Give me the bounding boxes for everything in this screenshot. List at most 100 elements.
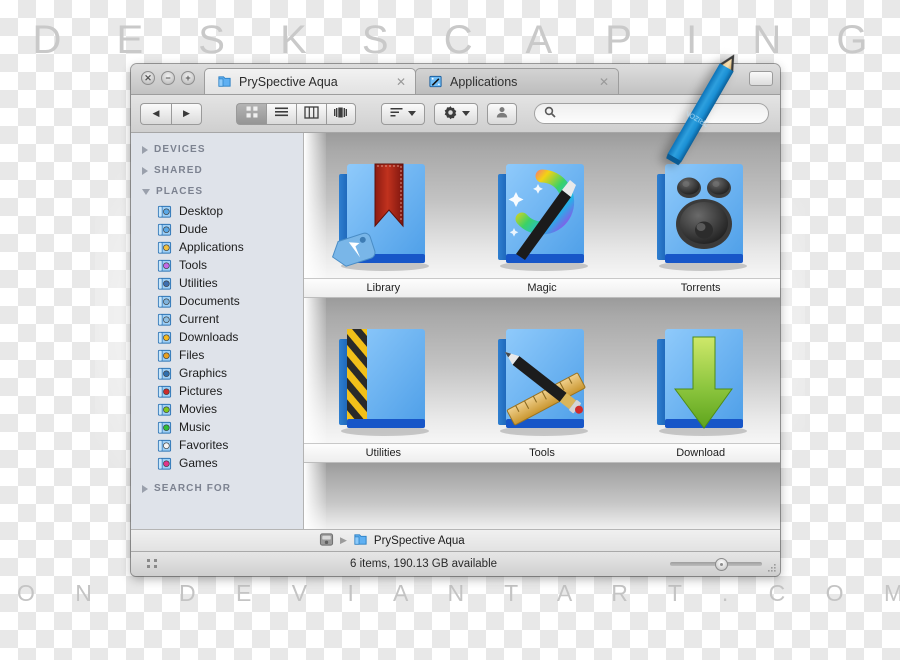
share-button[interactable] [487,102,517,125]
sidebar-item-label: Dude [179,222,208,236]
chevron-right-icon: ▶ [183,108,190,118]
folder-torrents-speaker-icon [656,164,747,271]
back-button[interactable]: ◀ [140,102,171,125]
sidebar-item-label: Files [179,348,205,362]
file-label: Library [366,282,401,294]
sidebar-section-label: PLACES [156,186,204,197]
folder-magic-wand-icon [498,164,588,271]
search-input[interactable] [561,106,759,121]
sidebar-section-label: SHARED [154,165,203,176]
sidebar-section-devices[interactable]: DEVICES [131,139,303,160]
sidebar-item-label: Desktop [179,204,224,218]
shelf-items [304,133,780,280]
sidebar-item-movies[interactable]: Movies [131,400,303,418]
sidebar-item-music[interactable]: Music [131,418,303,436]
sidebar-section-shared[interactable]: SHARED [131,160,303,181]
file-item-library[interactable] [304,156,463,280]
sidebar-item-documents[interactable]: Documents [131,292,303,310]
person-icon [495,105,509,122]
sidebar-item-label: Utilities [179,276,218,290]
folder-applications-icon [157,240,172,255]
sidebar-item-pictures[interactable]: Pictures [131,382,303,400]
hard-drive-icon[interactable] [319,532,334,550]
tab-close-icon[interactable]: ✕ [599,76,609,88]
view-mode-buttons [236,102,356,125]
close-button[interactable]: ✕ [141,71,155,85]
sidebar-item-desktop[interactable]: Desktop [131,202,303,220]
path-bar: ▶ PrySpective Aqua [131,529,780,551]
icon-size-slider[interactable] [670,557,762,571]
path-item-label[interactable]: PrySpective Aqua [374,535,465,547]
sidebar-item-dude[interactable]: Dude [131,220,303,238]
forward-button[interactable]: ▶ [171,102,202,125]
resize-grip[interactable] [765,562,777,574]
sidebar-item-utilities[interactable]: Utilities [131,274,303,292]
sidebar-item-downloads[interactable]: Downloads [131,328,303,346]
plus-icon: + [185,72,191,83]
folder-games-icon [157,456,172,471]
shelf-row: Utilities Tools Download [304,298,780,463]
file-item-magic[interactable] [463,156,622,280]
file-item-tools[interactable] [463,321,622,445]
file-label: Utilities [365,447,402,459]
folder-icon[interactable] [353,532,368,550]
watermark-top: D E S K S C A P I N G [32,18,890,62]
arrange-icon [390,107,404,121]
icon-view-button[interactable] [236,102,266,125]
window-titlebar: ✕ − + PrySpective Aqua ✕ Applications ✕ [131,64,780,95]
sidebar-item-games[interactable]: Games [131,454,303,472]
sidebar-item-label: Applications [179,240,244,254]
file-item-utilities[interactable] [304,321,463,445]
folder-movies-icon [157,402,172,417]
action-menu-button[interactable] [434,102,479,125]
folder-desktop-icon [157,204,172,219]
list-view-button[interactable] [266,102,296,125]
sidebar-grip[interactable] [131,558,177,570]
tab-applications[interactable]: Applications ✕ [415,68,619,94]
sidebar-item-label: Tools [179,258,208,272]
sidebar-item-current[interactable]: Current [131,310,303,328]
window-controls: ✕ − + [141,71,195,85]
tab-label: Applications [450,74,518,89]
arrange-by-button[interactable] [381,102,426,125]
sidebar-section-search-for[interactable]: SEARCH FOR [131,478,303,499]
column-view-button[interactable] [296,102,326,125]
sidebar-item-files[interactable]: Files [131,346,303,364]
applications-folder-icon [428,74,443,89]
shelf-row-empty [304,463,780,529]
tab-pryspective-aqua[interactable]: PrySpective Aqua ✕ [204,68,416,94]
sidebar-item-favorites[interactable]: Favorites [131,436,303,454]
sidebar-item-graphics[interactable]: Graphics [131,364,303,382]
sidebar-item-tools[interactable]: Tools [131,256,303,274]
close-icon: ✕ [144,72,152,83]
folder-utilities-icon [157,276,172,291]
search-field[interactable] [533,103,769,124]
minimize-icon: − [165,72,171,83]
coverflow-view-button[interactable] [326,102,356,125]
slider-knob[interactable] [715,557,728,571]
maximize-button[interactable]: + [181,71,195,85]
sidebar-section-places[interactable]: PLACES [131,181,303,202]
sidebar-section-label: SEARCH FOR [154,483,232,494]
new-tab-button[interactable] [749,71,773,86]
sidebar-item-applications[interactable]: Applications [131,238,303,256]
shelf-row: Library Magic Torrents [304,133,780,298]
folder-files-icon [157,348,172,363]
file-label: Torrents [680,282,721,294]
navigation-buttons: ◀ ▶ [140,102,202,125]
minimize-button[interactable]: − [161,71,175,85]
sidebar-item-label: Graphics [179,366,228,380]
file-label: Tools [529,447,555,459]
chevron-down-icon [408,111,417,116]
folder-utilities-hazard-icon [339,329,430,436]
path-separator-icon: ▶ [340,535,347,545]
sidebar-item-label: Pictures [179,384,223,398]
file-item-download[interactable] [621,321,780,445]
grid-icon [245,105,259,122]
folder-graphics-icon [157,366,172,381]
folder-favorites-icon [157,438,172,453]
file-item-torrents[interactable] [621,156,780,280]
gear-icon [443,105,458,123]
chevron-right-icon [142,484,148,493]
tab-close-icon[interactable]: ✕ [396,76,406,88]
